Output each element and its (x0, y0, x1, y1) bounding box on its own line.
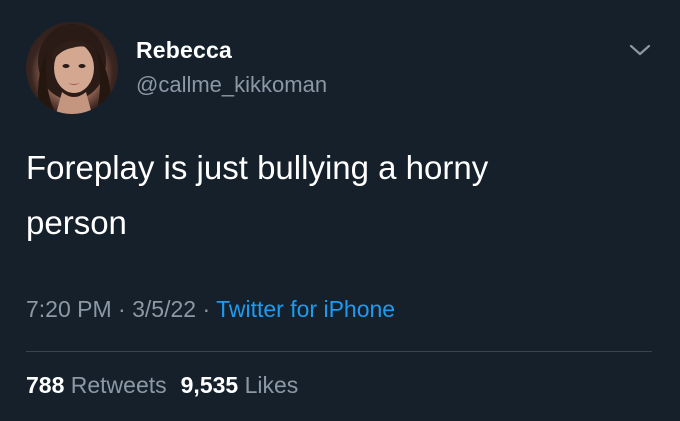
tweet-stats: 788 Retweets 9,535 Likes (26, 372, 298, 399)
avatar[interactable] (26, 22, 118, 114)
retweets-stat[interactable]: 788 Retweets (26, 372, 167, 398)
likes-label: Likes (244, 372, 299, 398)
meta-separator: · (202, 296, 211, 322)
tweet-source-link[interactable]: Twitter for iPhone (216, 296, 395, 322)
divider (26, 351, 652, 352)
tweet-text: Foreplay is just bullying a horny person (26, 149, 489, 241)
user-handle[interactable]: @callme_kikkoman (136, 72, 327, 98)
retweets-label: Retweets (70, 372, 167, 398)
profile-photo-icon (38, 24, 111, 114)
tweet-card: Rebecca @callme_kikkoman Foreplay is jus… (0, 0, 680, 421)
likes-count: 9,535 (180, 372, 239, 398)
tweet-date[interactable]: 3/5/22 (132, 296, 196, 322)
chevron-down-icon[interactable] (626, 40, 654, 60)
display-name[interactable]: Rebecca (136, 37, 232, 64)
retweets-count: 788 (26, 372, 65, 398)
tweet-time[interactable]: 7:20 PM (26, 296, 112, 322)
meta-separator: · (118, 296, 126, 322)
likes-stat[interactable]: 9,535 Likes (181, 372, 299, 398)
tweet-metadata: 7:20 PM · 3/5/22 · Twitter for iPhone (26, 296, 395, 323)
